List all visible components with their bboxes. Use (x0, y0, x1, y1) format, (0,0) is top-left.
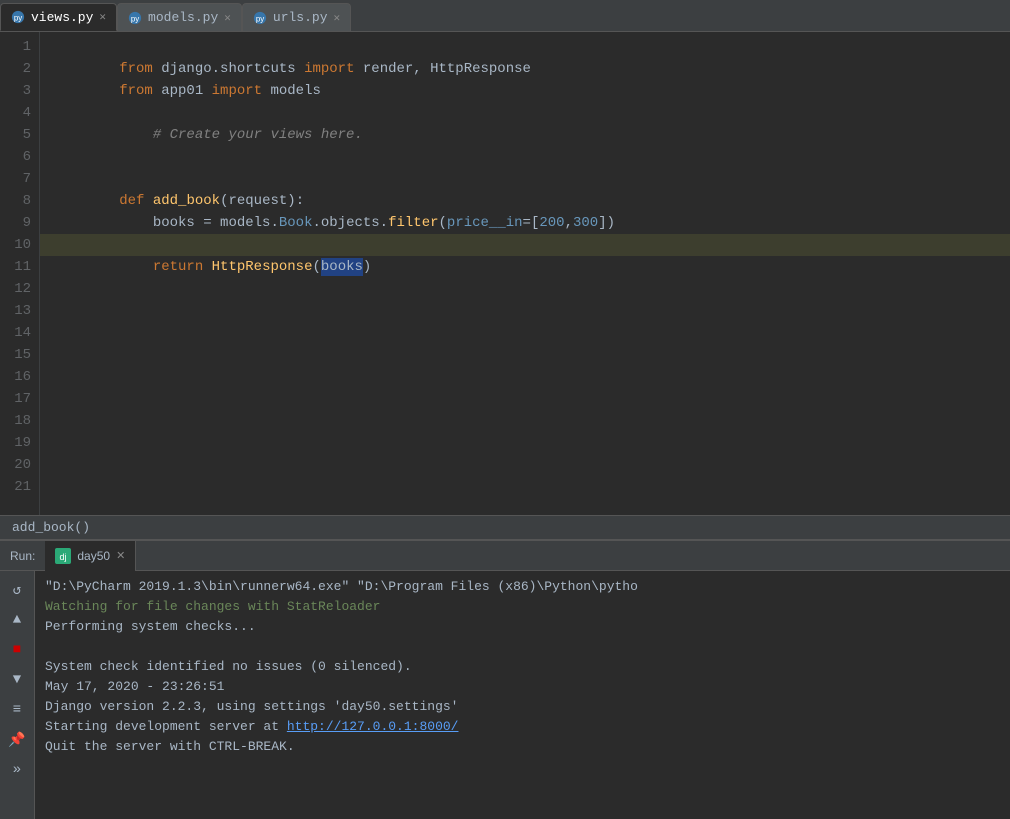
code-line-13 (40, 300, 1010, 322)
run-output-line-9: Quit the server with CTRL-BREAK. (45, 737, 1000, 757)
tab-close-views[interactable]: ✕ (99, 10, 106, 24)
run-tab-label: day50 (77, 549, 110, 563)
tab-urls[interactable]: py urls.py ✕ (242, 3, 351, 31)
tab-bar: py views.py ✕ py models.py ✕ py urls.py … (0, 0, 1010, 32)
code-line-14 (40, 322, 1010, 344)
run-panel-header: Run: dj day50 ✕ (0, 541, 1010, 571)
svg-text:py: py (131, 14, 139, 23)
run-output-line-7: Django version 2.2.3, using settings 'da… (45, 697, 1000, 717)
run-restart-button[interactable]: ↺ (6, 579, 28, 601)
code-line-8: books = models.Book.objects.filter(price… (40, 190, 1010, 212)
code-line-11 (40, 256, 1010, 278)
tab-label-views: views.py (31, 10, 93, 25)
code-line-3 (40, 80, 1010, 102)
run-up-button[interactable]: ▲ (6, 609, 28, 631)
tab-close-models[interactable]: ✕ (224, 11, 231, 25)
code-area[interactable]: from django.shortcuts import render, Htt… (40, 32, 1010, 515)
code-line-2: from app01 import models (40, 58, 1010, 80)
svg-text:dj: dj (60, 552, 67, 562)
run-output-line-4 (45, 637, 1000, 657)
python-icon-models: py (128, 11, 142, 25)
code-line-19 (40, 432, 1010, 454)
run-output-line-8: Starting development server at http://12… (45, 717, 1000, 737)
svg-text:py: py (14, 14, 22, 23)
run-panel-body: ↺ ▲ ■ ▼ ≡ 📌 » "D:\PyCharm 2019.1.3\bin\r… (0, 571, 1010, 819)
tab-views[interactable]: py views.py ✕ (0, 3, 117, 31)
run-panel: Run: dj day50 ✕ ↺ ▲ ■ ▼ ≡ 📌 » "D:\PyChar… (0, 539, 1010, 819)
run-pin-button[interactable]: 📌 (6, 729, 28, 751)
run-tab-day50[interactable]: dj day50 ✕ (45, 541, 136, 571)
code-line-21 (40, 476, 1010, 498)
code-line-16 (40, 366, 1010, 388)
run-output-line-5: System check identified no issues (0 sil… (45, 657, 1000, 677)
run-output-line-1: "D:\PyCharm 2019.1.3\bin\runnerw64.exe" … (45, 577, 1000, 597)
run-sidebar: ↺ ▲ ■ ▼ ≡ 📌 » (0, 571, 35, 819)
code-line-18 (40, 410, 1010, 432)
run-output-line-6: May 17, 2020 - 23:26:51 (45, 677, 1000, 697)
code-line-12 (40, 278, 1010, 300)
svg-text:py: py (256, 14, 264, 23)
code-line-4: # Create your views here. (40, 102, 1010, 124)
code-line-15 (40, 344, 1010, 366)
tab-close-urls[interactable]: ✕ (334, 11, 341, 25)
run-output-line-3: Performing system checks... (45, 617, 1000, 637)
line-numbers: 1 2 3 4 5 6 7 8 9 10 11 12 13 14 15 16 1… (0, 32, 40, 515)
code-line-7: def add_book(request): (40, 168, 1010, 190)
tab-models[interactable]: py models.py ✕ (117, 3, 242, 31)
status-function: add_book() (12, 520, 90, 535)
editor-status-bar: add_book() (0, 515, 1010, 539)
run-output: "D:\PyCharm 2019.1.3\bin\runnerw64.exe" … (35, 571, 1010, 819)
code-line-17 (40, 388, 1010, 410)
code-line-6 (40, 146, 1010, 168)
code-line-5 (40, 124, 1010, 146)
run-stop-button[interactable]: ■ (6, 639, 28, 661)
run-tab-close[interactable]: ✕ (116, 549, 125, 562)
python-icon-views: py (11, 10, 25, 24)
run-label: Run: (0, 549, 45, 563)
run-menu-button[interactable]: ≡ (6, 699, 28, 721)
editor-area: 1 2 3 4 5 6 7 8 9 10 11 12 13 14 15 16 1… (0, 32, 1010, 539)
run-output-link[interactable]: http://127.0.0.1:8000/ (287, 719, 459, 734)
code-line-20 (40, 454, 1010, 476)
code-line-1: from django.shortcuts import render, Htt… (40, 36, 1010, 58)
code-line-10: return HttpResponse(books) (40, 234, 1010, 256)
tab-label-models: models.py (148, 10, 218, 25)
run-expand-button[interactable]: » (6, 759, 28, 781)
code-line-9 (40, 212, 1010, 234)
django-icon: dj (55, 548, 71, 564)
tab-label-urls: urls.py (273, 10, 328, 25)
editor-content: 1 2 3 4 5 6 7 8 9 10 11 12 13 14 15 16 1… (0, 32, 1010, 515)
python-icon-urls: py (253, 11, 267, 25)
run-output-line-2: Watching for file changes with StatReloa… (45, 597, 1000, 617)
run-down-button[interactable]: ▼ (6, 669, 28, 691)
